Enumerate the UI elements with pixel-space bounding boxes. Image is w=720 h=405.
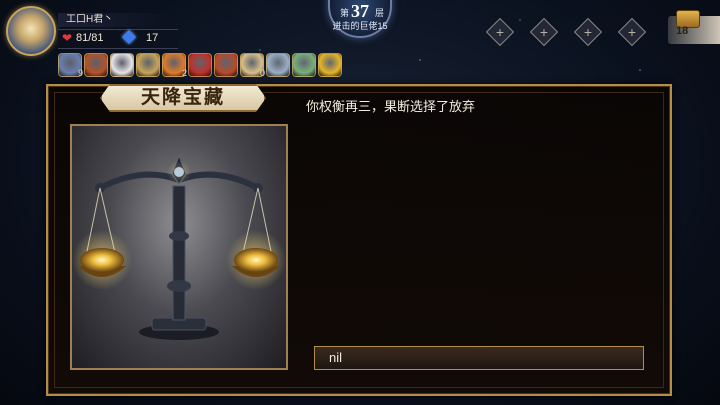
red-card-icon[interactable]	[188, 53, 212, 77]
chest-count: 18	[676, 25, 689, 37]
scales-icon[interactable]	[136, 53, 160, 77]
relic-count: 9	[78, 68, 84, 78]
heart-icon: ❤	[62, 31, 73, 45]
player-name: 工口H君丶	[58, 13, 168, 27]
balance-scale-icon	[72, 154, 286, 340]
event-option-button[interactable]: nil	[314, 346, 644, 370]
floor-prefix: 第	[340, 8, 350, 18]
shield-emblem-icon[interactable]	[84, 53, 108, 77]
floor-subtitle: 进击的巨佬15	[332, 21, 388, 31]
gold-coin-icon[interactable]	[318, 53, 342, 77]
floor-suffix: 层	[375, 8, 385, 18]
event-description: 你权衡再三，果断选择了放弃	[306, 99, 476, 114]
plus-icon: +	[539, 24, 549, 40]
plus-icon: +	[583, 24, 593, 40]
player-avatar[interactable]	[6, 6, 56, 56]
scroll-icon[interactable]	[110, 53, 134, 77]
relic-count: 0	[260, 68, 266, 78]
sword-icon[interactable]	[292, 53, 316, 77]
hp-value: 81/81	[76, 32, 104, 44]
relic-count: 2	[182, 68, 188, 78]
event-image-scales	[70, 124, 288, 370]
silver-shield-icon[interactable]	[266, 53, 290, 77]
gem-value: 17	[146, 32, 159, 44]
teapot-icon[interactable]	[214, 53, 238, 77]
plus-icon: +	[495, 24, 505, 40]
plus-icon: +	[627, 24, 637, 40]
event-title: 天降宝藏	[140, 87, 225, 108]
